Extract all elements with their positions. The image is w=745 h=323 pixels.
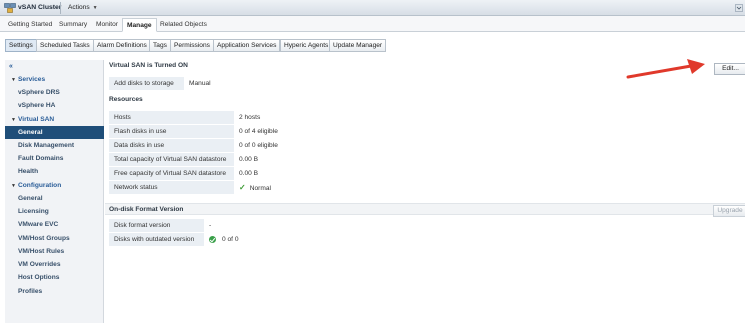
ondisk-format-heading: On-disk Format Version — [105, 203, 745, 215]
sidebar-item-vmware-evc[interactable]: VMware EVC — [5, 218, 104, 231]
subtab-update-manager[interactable]: Update Manager — [329, 39, 387, 52]
upgrade-button[interactable]: Upgrade — [713, 205, 745, 217]
tab-getting-started[interactable]: Getting Started — [4, 18, 56, 32]
property-value: 0.00 B — [239, 170, 259, 177]
sidebar-item-vm-host-groups[interactable]: VM/Host Groups — [5, 232, 104, 245]
subtab-alarm-definitions[interactable]: Alarm Definitions — [93, 39, 151, 52]
nav-group-virtual-san[interactable]: ▼ Virtual SAN — [5, 114, 104, 126]
subtab-hyperic-agents[interactable]: Hyperic Agents — [280, 39, 333, 52]
page-title: vSAN Cluster — [18, 4, 62, 11]
property-label: Disks with outdated version — [109, 233, 204, 246]
content-panel: Virtual SAN is Turned ON Edit... Add dis… — [105, 60, 745, 323]
expand-triangle-icon: ▼ — [11, 117, 16, 123]
edit-button[interactable]: Edit... — [714, 63, 745, 75]
property-label: Flash disks in use — [109, 125, 234, 138]
sidebar-item-vsphere-ha[interactable]: vSphere HA — [5, 99, 104, 112]
tab-monitor[interactable]: Monitor — [92, 18, 122, 32]
property-label: Network status — [109, 181, 234, 194]
ondisk-row-format-version: Disk format version - — [109, 219, 745, 232]
resource-row-total-capacity: Total capacity of Virtual SAN datastore … — [109, 153, 745, 166]
sidebar-item-disk-management[interactable]: Disk Management — [5, 139, 104, 152]
property-value: 0 of 0 eligible — [239, 142, 278, 149]
nav-group-label: Configuration — [18, 182, 62, 189]
ondisk-row-outdated-disks: Disks with outdated version 0 of 0 — [109, 233, 745, 246]
divider — [60, 2, 61, 14]
checkmark-icon: ✓ — [239, 183, 246, 192]
nav-group-configuration[interactable]: ▼ Configuration — [5, 180, 104, 192]
expand-triangle-icon: ▼ — [11, 183, 16, 189]
sidebar-item-vsan-general[interactable]: General — [5, 126, 104, 139]
actions-menu-label: Actions — [68, 4, 90, 11]
settings-sidebar: « ▼ Services vSphere DRS vSphere HA ▼ Virt… — [5, 60, 104, 323]
panel-toggle-icon[interactable] — [735, 3, 743, 13]
sidebar-item-host-options[interactable]: Host Options — [5, 271, 104, 284]
nav-group-label: Services — [18, 76, 46, 83]
annotation-arrow-icon — [626, 59, 705, 79]
tab-related-objects[interactable]: Related Objects — [156, 18, 211, 32]
property-label: Free capacity of Virtual SAN datastore — [109, 167, 234, 180]
property-label: Hosts — [109, 111, 234, 124]
property-value: - — [209, 222, 212, 229]
cluster-icon — [4, 3, 16, 13]
property-value: 0.00 B — [239, 156, 259, 163]
sidebar-item-licensing[interactable]: Licensing — [5, 205, 104, 218]
subtab-scheduled-tasks[interactable]: Scheduled Tasks — [36, 39, 94, 52]
main-tab-bar: Getting Started Summary Monitor Manage R… — [0, 16, 745, 32]
sidebar-item-fault-domains[interactable]: Fault Domains — [5, 152, 104, 165]
property-label: Total capacity of Virtual SAN datastore — [109, 153, 234, 166]
sidebar-item-vm-host-rules[interactable]: VM/Host Rules — [5, 245, 104, 258]
collapse-icon[interactable]: « — [9, 63, 13, 70]
tab-manage[interactable]: Manage — [122, 18, 157, 32]
property-value: Manual — [189, 80, 211, 87]
sidebar-item-vsphere-drs[interactable]: vSphere DRS — [5, 86, 104, 99]
property-label: Data disks in use — [109, 139, 234, 152]
property-value: 0 of 0 — [206, 233, 239, 246]
property-value: 0 of 4 eligible — [239, 128, 278, 135]
actions-menu-button[interactable]: Actions ▼ — [64, 2, 102, 14]
property-label: Add disks to storage — [109, 77, 184, 90]
tab-summary[interactable]: Summary — [55, 18, 91, 32]
subtab-application-services[interactable]: Application Services — [213, 39, 281, 52]
resources-heading: Resources — [109, 96, 143, 103]
expand-triangle-icon: ▼ — [11, 77, 16, 83]
sidebar-item-profiles[interactable]: Profiles — [5, 285, 104, 298]
title-bar: vSAN Cluster Actions ▼ — [0, 0, 745, 16]
resource-row-hosts: Hosts 2 hosts — [109, 111, 745, 124]
subtab-permissions[interactable]: Permissions — [170, 39, 214, 52]
nav-group-label: Virtual SAN — [18, 116, 55, 123]
resource-row-data-disks: Data disks in use 0 of 0 eligible — [109, 139, 745, 152]
sidebar-item-vm-overrides[interactable]: VM Overrides — [5, 258, 104, 271]
subtab-tags[interactable]: Tags — [149, 39, 171, 52]
subtab-settings[interactable]: Settings — [5, 39, 37, 52]
sidebar-item-health[interactable]: Health — [5, 165, 104, 178]
property-value: ✓ Normal — [236, 181, 271, 194]
network-status-value: Normal — [249, 185, 271, 192]
chevron-down-icon: ▼ — [92, 5, 98, 11]
outdated-disks-value: 0 of 0 — [222, 236, 239, 243]
nav-group-services[interactable]: ▼ Services — [5, 74, 104, 86]
resource-row-free-capacity: Free capacity of Virtual SAN datastore 0… — [109, 167, 745, 180]
sidebar-item-config-general[interactable]: General — [5, 192, 104, 205]
resource-row-flash-disks: Flash disks in use 0 of 4 eligible — [109, 125, 745, 138]
property-value: 2 hosts — [239, 114, 261, 121]
property-label: Disk format version — [109, 219, 204, 232]
resource-row-network-status: Network status ✓ Normal — [109, 181, 745, 194]
status-ok-icon — [209, 235, 216, 243]
